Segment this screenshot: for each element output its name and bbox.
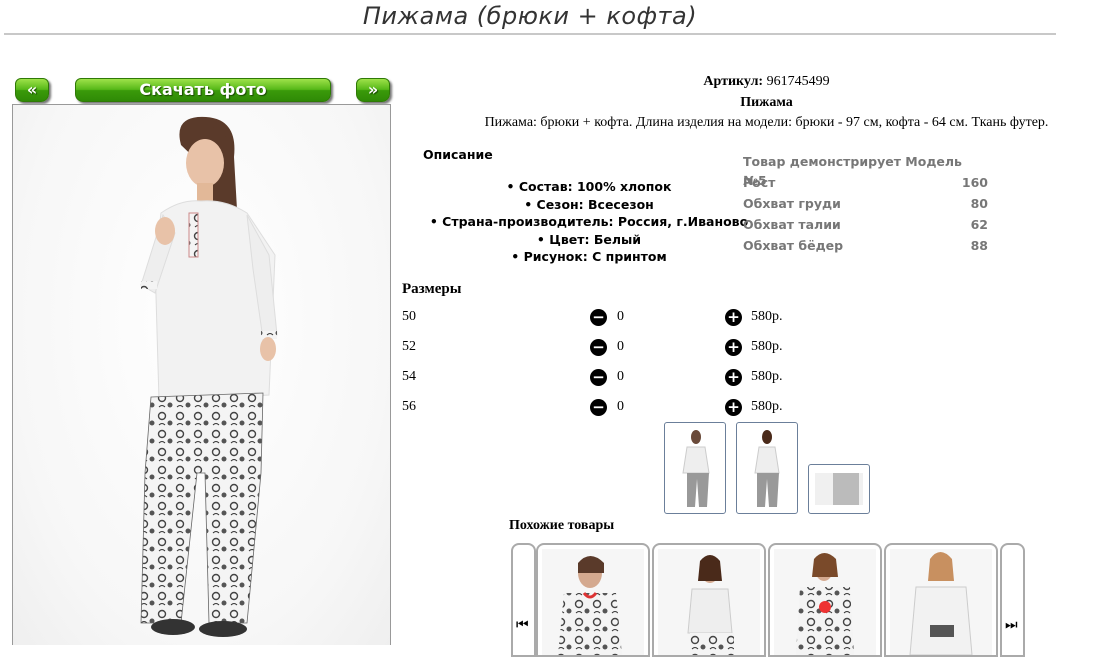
similar-item-image bbox=[658, 549, 760, 655]
measurement-row: Обхват талии 62 bbox=[743, 215, 988, 236]
quantity-value: 0 bbox=[617, 369, 624, 384]
measurement-label: Рост bbox=[743, 175, 776, 190]
plus-circle-icon[interactable]: + bbox=[725, 399, 742, 416]
skip-back-icon: ⏮ bbox=[516, 617, 529, 633]
similar-heading: Похожие товары bbox=[509, 518, 615, 533]
similar-item-image bbox=[774, 549, 876, 655]
model-heading: Товар демонстрирует Модель №5 bbox=[743, 152, 988, 188]
measurement-value: 88 bbox=[970, 238, 988, 253]
property-item: Состав: 100% хлопок bbox=[413, 178, 765, 196]
similar-item[interactable] bbox=[884, 543, 998, 657]
carousel-prev-button[interactable]: ⏮ bbox=[511, 543, 536, 657]
minus-circle-icon[interactable]: − bbox=[590, 309, 607, 326]
similar-item[interactable] bbox=[652, 543, 766, 657]
measurement-row: Рост 160 bbox=[743, 173, 988, 194]
minus-circle-icon[interactable]: − bbox=[590, 399, 607, 416]
size-row: 50 − 0 + 580р. bbox=[402, 306, 822, 330]
thumbnail-figure bbox=[682, 430, 710, 507]
property-item: Сезон: Всесезон bbox=[413, 196, 765, 214]
measurement-label: Обхват талии bbox=[743, 217, 841, 232]
article-label: Артикул: bbox=[703, 74, 764, 89]
price-value: 580р. bbox=[751, 369, 783, 384]
skip-forward-icon: ⏭ bbox=[1005, 617, 1018, 633]
product-photo[interactable] bbox=[12, 104, 391, 645]
similar-item-image bbox=[542, 549, 644, 655]
size-value: 52 bbox=[402, 339, 416, 354]
property-item: Рисунок: С принтом bbox=[413, 248, 765, 266]
photo-thumbnail[interactable] bbox=[808, 464, 870, 514]
measurement-row: Обхват груди 80 bbox=[743, 194, 988, 215]
product-name: Пижама bbox=[740, 95, 793, 110]
next-photo-button[interactable]: » bbox=[356, 78, 390, 102]
measurement-label: Обхват груди bbox=[743, 196, 841, 211]
property-item: Страна-производитель: Россия, г.Иваново bbox=[413, 213, 765, 231]
description-heading: Описание bbox=[423, 147, 493, 162]
minus-circle-icon[interactable]: − bbox=[590, 339, 607, 356]
quantity-value: 0 bbox=[617, 339, 624, 354]
title-divider bbox=[4, 33, 1056, 35]
measurement-value: 160 bbox=[961, 175, 988, 190]
page-title: Пижама (брюки + кофта) bbox=[362, 2, 698, 30]
plus-circle-icon[interactable]: + bbox=[725, 339, 742, 356]
photo-thumbnail[interactable] bbox=[664, 422, 726, 514]
size-row: 56 − 0 + 580р. bbox=[402, 396, 822, 420]
model-heading-text: Товар демонстрирует Модель №5 bbox=[743, 154, 962, 188]
size-value: 54 bbox=[402, 369, 416, 384]
measurement-value: 62 bbox=[970, 217, 988, 232]
quantity-value: 0 bbox=[617, 399, 624, 414]
measurement-row: Обхват бёдер 88 bbox=[743, 236, 988, 257]
similar-item[interactable] bbox=[536, 543, 650, 657]
quantity-value: 0 bbox=[617, 309, 624, 324]
product-description: Пижама: брюки + кофта. Длина изделия на … bbox=[484, 115, 1049, 130]
thumbnail-figure bbox=[754, 430, 780, 507]
property-item: Цвет: Белый bbox=[413, 231, 765, 249]
price-value: 580р. bbox=[751, 399, 783, 414]
size-value: 56 bbox=[402, 399, 416, 414]
price-value: 580р. bbox=[751, 309, 783, 324]
plus-circle-icon[interactable]: + bbox=[725, 369, 742, 386]
model-figure bbox=[140, 116, 278, 637]
download-photo-button[interactable]: Скачать фото bbox=[75, 78, 331, 102]
similar-item[interactable] bbox=[768, 543, 882, 657]
plus-circle-icon[interactable]: + bbox=[725, 309, 742, 326]
article-value: 961745499 bbox=[766, 74, 830, 89]
size-value: 50 bbox=[402, 309, 416, 324]
photo-thumbnail[interactable] bbox=[736, 422, 798, 514]
minus-circle-icon[interactable]: − bbox=[590, 369, 607, 386]
measurement-value: 80 bbox=[970, 196, 988, 211]
size-row: 54 − 0 + 580р. bbox=[402, 366, 822, 390]
carousel-next-button[interactable]: ⏭ bbox=[1000, 543, 1025, 657]
measurement-label: Обхват бёдер bbox=[743, 238, 844, 253]
similar-item-image bbox=[890, 549, 992, 655]
thumbnail-figure bbox=[815, 473, 863, 505]
price-value: 580р. bbox=[751, 339, 783, 354]
prev-photo-button[interactable]: « bbox=[15, 78, 49, 102]
model-measurements: Товар демонстрирует Модель №5 Рост 160 Об… bbox=[743, 152, 988, 257]
article-line: Артикул: 961745499 bbox=[400, 74, 1113, 90]
sizes-heading: Размеры bbox=[402, 281, 462, 297]
size-row: 52 − 0 + 580р. bbox=[402, 336, 822, 360]
properties-list: Состав: 100% хлопок Сезон: Всесезон Стра… bbox=[413, 178, 765, 266]
